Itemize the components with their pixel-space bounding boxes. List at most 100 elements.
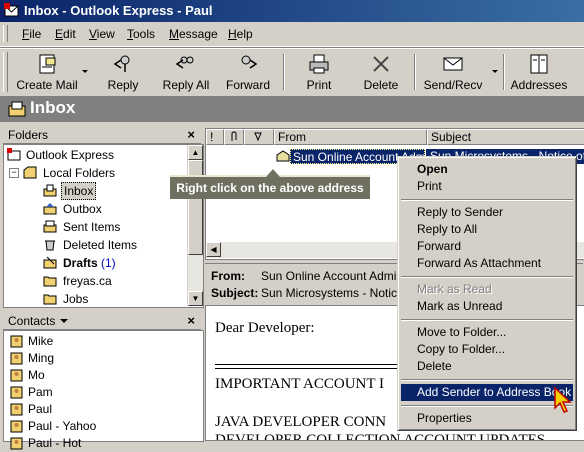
menu-properties[interactable]: Properties xyxy=(401,410,573,427)
toolbar-separator xyxy=(503,54,505,90)
current-folder-bar: Inbox xyxy=(0,96,584,122)
toolbar-separator xyxy=(414,54,416,90)
create-mail-dropdown-icon[interactable] xyxy=(82,70,88,73)
reply-label: Reply xyxy=(107,78,139,92)
deleted-items-icon xyxy=(45,240,55,251)
envelope-icon xyxy=(276,150,290,162)
menu-separator xyxy=(401,405,573,407)
contacts-dropdown-icon[interactable] xyxy=(60,319,68,323)
delete-icon xyxy=(373,56,389,72)
forward-button[interactable]: Forward xyxy=(222,50,274,94)
contacts-panel-header[interactable]: Contacts × xyxy=(3,313,201,330)
menu-reply-to-all[interactable]: Reply to All xyxy=(401,221,573,238)
delete-label: Delete xyxy=(363,78,399,92)
sent-items-icon xyxy=(43,220,57,233)
column-from[interactable]: From xyxy=(274,129,427,145)
menu-add-sender-to-address-book[interactable]: Add Sender to Address Book xyxy=(401,384,573,401)
menu-file[interactable]: File xyxy=(22,27,41,41)
menu-move-to-folder[interactable]: Move to Folder... xyxy=(401,324,573,341)
menu-mark-as-unread[interactable]: Mark as Unread xyxy=(401,298,573,315)
forward-icon xyxy=(241,55,258,69)
folder-icon xyxy=(43,294,57,305)
scroll-down-icon[interactable]: ▼ xyxy=(188,291,203,306)
collapse-icon[interactable]: − xyxy=(9,168,19,178)
flag-icon xyxy=(254,132,262,142)
column-subject[interactable]: Subject xyxy=(427,129,584,145)
toolbar: Create Mail Reply Reply All Forward Prin… xyxy=(0,47,584,97)
menu-forward-as-attachment[interactable]: Forward As Attachment xyxy=(401,255,573,272)
contact-card-icon xyxy=(10,335,23,348)
menu-delete[interactable]: Delete xyxy=(401,358,573,375)
reply-button[interactable]: Reply xyxy=(100,50,146,94)
menu-help[interactable]: Help xyxy=(228,27,253,41)
addresses-label: Addresses xyxy=(510,78,568,92)
send-recv-button[interactable]: Send/Recv xyxy=(420,50,486,94)
preview-from-label: From: xyxy=(211,269,245,283)
menu-view[interactable]: View xyxy=(89,27,115,41)
outbox-icon xyxy=(43,203,57,215)
menu-tools[interactable]: Tools xyxy=(127,27,155,41)
contacts-panel-title[interactable]: Contacts xyxy=(8,314,55,328)
create-mail-icon xyxy=(39,54,56,74)
menu-bar: File Edit View Tools Message Help xyxy=(0,22,584,47)
column-flag[interactable] xyxy=(244,129,274,145)
menu-reply-to-sender[interactable]: Reply to Sender xyxy=(401,204,573,221)
scroll-up-icon[interactable]: ▲ xyxy=(188,145,203,160)
toolbar-separator xyxy=(283,54,285,90)
column-priority[interactable]: ! xyxy=(206,129,224,145)
print-label: Print xyxy=(306,78,332,92)
preview-subject-label: Subject: xyxy=(211,286,259,300)
contact-card-icon xyxy=(10,352,23,365)
menu-copy-to-folder[interactable]: Copy to Folder... xyxy=(401,341,573,358)
send-receive-icon xyxy=(443,57,463,71)
instruction-tooltip: Right click on the above address xyxy=(170,169,370,199)
preview-greeting: Dear Developer: xyxy=(215,320,315,336)
print-button[interactable]: Print xyxy=(296,50,342,94)
local-folders-icon xyxy=(23,166,37,179)
menu-forward[interactable]: Forward xyxy=(401,238,573,255)
reply-all-button[interactable]: Reply All xyxy=(158,50,214,94)
menu-grip[interactable] xyxy=(3,25,8,42)
folders-close-icon[interactable]: × xyxy=(187,127,195,142)
context-menu: Open Print Reply to Sender Reply to All … xyxy=(397,156,577,431)
contact-card-icon xyxy=(10,403,23,416)
menu-open[interactable]: Open xyxy=(401,161,573,178)
contact-card-icon xyxy=(10,420,23,433)
menu-separator xyxy=(401,276,573,278)
menu-mark-as-read: Mark as Read xyxy=(417,282,492,296)
inbox-icon xyxy=(43,184,57,197)
send-recv-dropdown-icon[interactable] xyxy=(492,70,498,73)
folders-panel-title: Folders xyxy=(8,128,49,142)
scroll-left-icon[interactable]: ◀ xyxy=(206,242,221,257)
inbox-icon xyxy=(8,101,26,117)
folders-scrollbar[interactable]: ▲ ▼ xyxy=(187,145,203,306)
delete-button[interactable]: Delete xyxy=(358,50,404,94)
column-attachment[interactable] xyxy=(224,129,244,145)
contact-card-icon xyxy=(10,369,23,382)
folder-icon xyxy=(43,276,57,287)
menu-print[interactable]: Print xyxy=(401,178,573,195)
printer-icon xyxy=(309,54,329,74)
create-mail-button[interactable]: Create Mail xyxy=(14,50,80,94)
preview-body-line: JAVA DEVELOPER CONN xyxy=(215,414,387,430)
forward-label: Forward xyxy=(225,78,270,92)
contact-card-icon xyxy=(10,386,23,399)
menu-message[interactable]: Message xyxy=(169,27,218,41)
preview-subject-value: Sun Microsystems - Notice of xyxy=(261,286,418,300)
toolbar-grip[interactable] xyxy=(3,52,8,92)
drafts-count-badge: (1) xyxy=(101,256,116,270)
title-bar[interactable]: Inbox - Outlook Express - Paul xyxy=(0,0,584,22)
contacts-list: Mike Ming Mo Pam Paul Paul - Yahoo Paul … xyxy=(3,330,204,450)
paperclip-icon xyxy=(231,131,237,141)
folders-tree: Outlook Express − Local Folders Inbox Ou… xyxy=(3,144,204,308)
send-recv-label: Send/Recv xyxy=(423,78,483,92)
addresses-button[interactable]: Addresses xyxy=(508,50,570,94)
mouse-cursor-icon xyxy=(554,386,572,413)
drafts-icon xyxy=(43,256,57,269)
reply-icon xyxy=(113,55,130,72)
contacts-close-icon[interactable]: × xyxy=(187,313,195,328)
menu-edit[interactable]: Edit xyxy=(55,27,76,41)
outlook-express-icon xyxy=(4,3,19,17)
preview-body-line: IMPORTANT ACCOUNT I xyxy=(215,376,385,392)
window-title: Inbox - Outlook Express - Paul xyxy=(24,3,213,18)
